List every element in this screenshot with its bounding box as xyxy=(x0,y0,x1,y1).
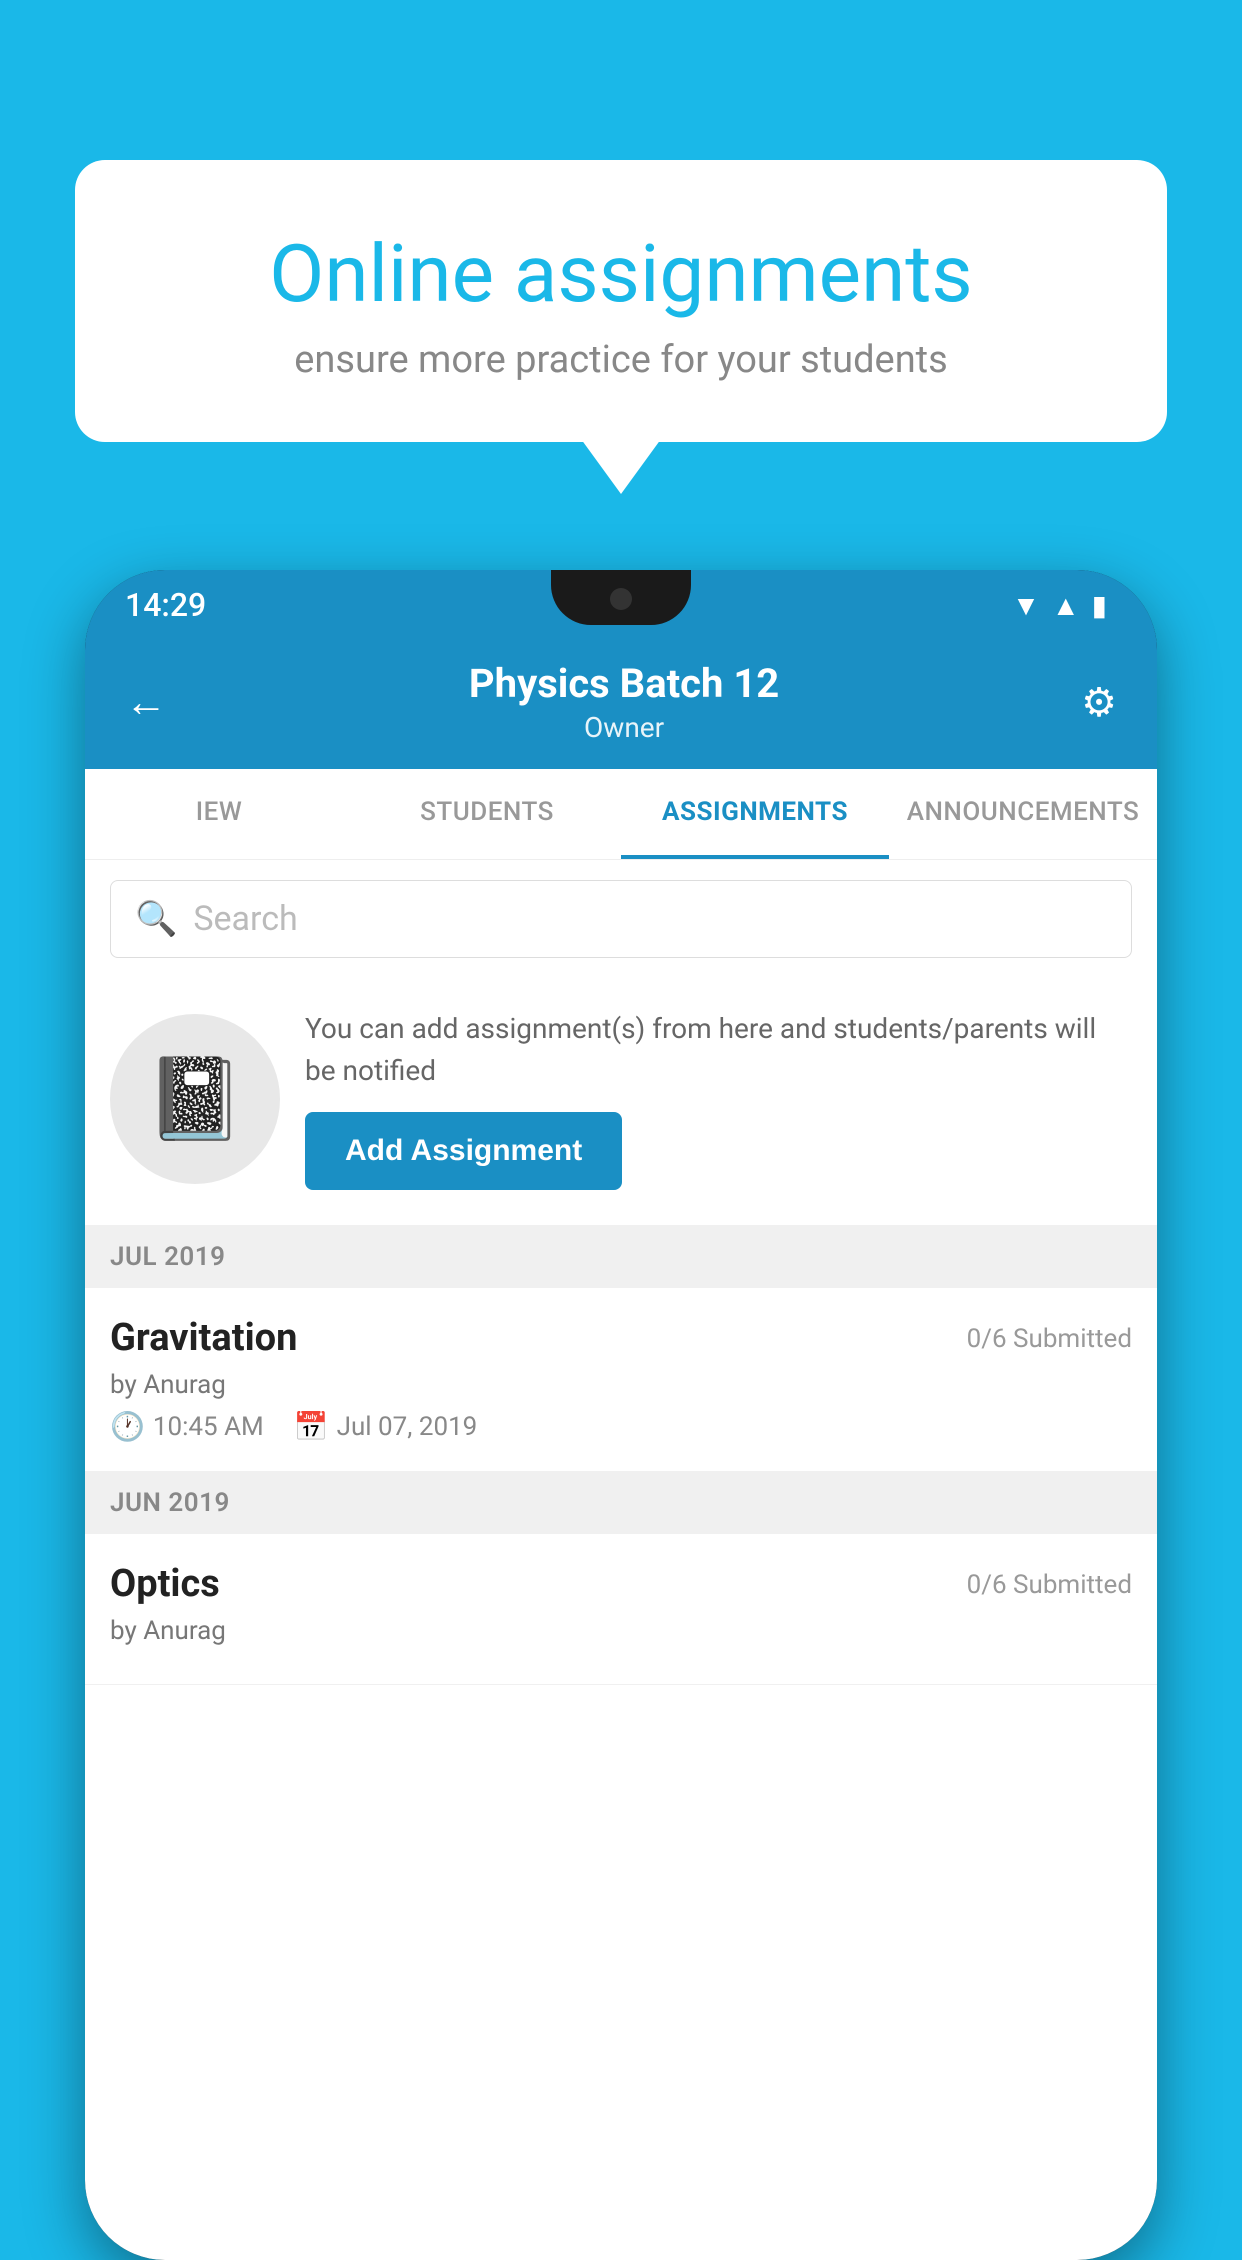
tabs-bar: IEW STUDENTS ASSIGNMENTS ANNOUNCEMENTS xyxy=(85,769,1157,860)
assignment-name: Gravitation xyxy=(110,1316,297,1360)
search-container: 🔍 Search xyxy=(85,860,1157,978)
assignment-submitted-optics: 0/6 Submitted xyxy=(967,1562,1132,1600)
notch xyxy=(551,570,691,625)
section-header-jun: JUN 2019 xyxy=(85,1472,1157,1534)
page-title: Physics Batch 12 xyxy=(167,660,1081,707)
assignment-top-row: Gravitation 0/6 Submitted xyxy=(110,1316,1132,1360)
phone-frame: 14:29 ▼ ▲ ▮ ← Physics Batch 12 Owner ⚙ I… xyxy=(85,570,1157,2260)
search-icon: 🔍 xyxy=(135,899,177,939)
status-icons: ▼ ▲ ▮ xyxy=(1012,589,1107,622)
assignment-meta: 🕐 10:45 AM 📅 Jul 07, 2019 xyxy=(110,1410,1132,1443)
promo-text: You can add assignment(s) from here and … xyxy=(305,1008,1132,1092)
speech-bubble-title: Online assignments xyxy=(135,230,1107,318)
promo-icon-circle: 📓 xyxy=(110,1014,280,1184)
signal-icon: ▲ xyxy=(1052,589,1080,622)
tab-students[interactable]: STUDENTS xyxy=(353,769,621,859)
battery-icon: ▮ xyxy=(1092,589,1107,622)
status-bar-time: 14:29 xyxy=(125,586,206,624)
phone-wrapper: 14:29 ▼ ▲ ▮ ← Physics Batch 12 Owner ⚙ I… xyxy=(85,570,1157,2208)
search-placeholder: Search xyxy=(193,899,297,939)
assignment-top-row-optics: Optics 0/6 Submitted xyxy=(110,1562,1132,1606)
assignment-time: 10:45 AM xyxy=(153,1412,264,1442)
speech-bubble-subtitle: ensure more practice for your students xyxy=(135,338,1107,382)
assignment-item-optics[interactable]: Optics 0/6 Submitted by Anurag xyxy=(85,1534,1157,1685)
meta-date: 📅 Jul 07, 2019 xyxy=(294,1410,478,1443)
wifi-icon: ▼ xyxy=(1012,589,1040,622)
front-camera xyxy=(610,588,632,610)
section-header-jul: JUL 2019 xyxy=(85,1226,1157,1288)
phone-screen: 🔍 Search 📓 You can add assignment(s) fro… xyxy=(85,860,1157,2260)
page-subtitle: Owner xyxy=(167,711,1081,744)
back-button[interactable]: ← xyxy=(125,678,167,727)
tab-announcements[interactable]: ANNOUNCEMENTS xyxy=(889,769,1157,859)
assignment-by: by Anurag xyxy=(110,1370,1132,1400)
meta-time: 🕐 10:45 AM xyxy=(110,1410,264,1443)
assignment-date: Jul 07, 2019 xyxy=(337,1412,478,1442)
promo-content: You can add assignment(s) from here and … xyxy=(305,1008,1132,1190)
settings-button[interactable]: ⚙ xyxy=(1081,679,1117,726)
clock-icon: 🕐 xyxy=(110,1410,145,1443)
status-bar: 14:29 ▼ ▲ ▮ xyxy=(85,570,1157,640)
add-assignment-promo: 📓 You can add assignment(s) from here an… xyxy=(85,978,1157,1226)
calendar-icon: 📅 xyxy=(294,1410,329,1443)
header-title-block: Physics Batch 12 Owner xyxy=(167,660,1081,744)
add-assignment-button[interactable]: Add Assignment xyxy=(305,1112,622,1190)
assignment-by-optics: by Anurag xyxy=(110,1616,1132,1646)
assignment-name-optics: Optics xyxy=(110,1562,220,1606)
app-header: ← Physics Batch 12 Owner ⚙ xyxy=(85,640,1157,769)
speech-bubble-section: Online assignments ensure more practice … xyxy=(75,160,1167,442)
assignment-item-gravitation[interactable]: Gravitation 0/6 Submitted by Anurag 🕐 10… xyxy=(85,1288,1157,1472)
speech-bubble-card: Online assignments ensure more practice … xyxy=(75,160,1167,442)
tab-iew[interactable]: IEW xyxy=(85,769,353,859)
notebook-icon: 📓 xyxy=(145,1052,245,1146)
tab-assignments[interactable]: ASSIGNMENTS xyxy=(621,769,889,859)
search-bar[interactable]: 🔍 Search xyxy=(110,880,1132,958)
assignment-submitted-count: 0/6 Submitted xyxy=(967,1316,1132,1354)
